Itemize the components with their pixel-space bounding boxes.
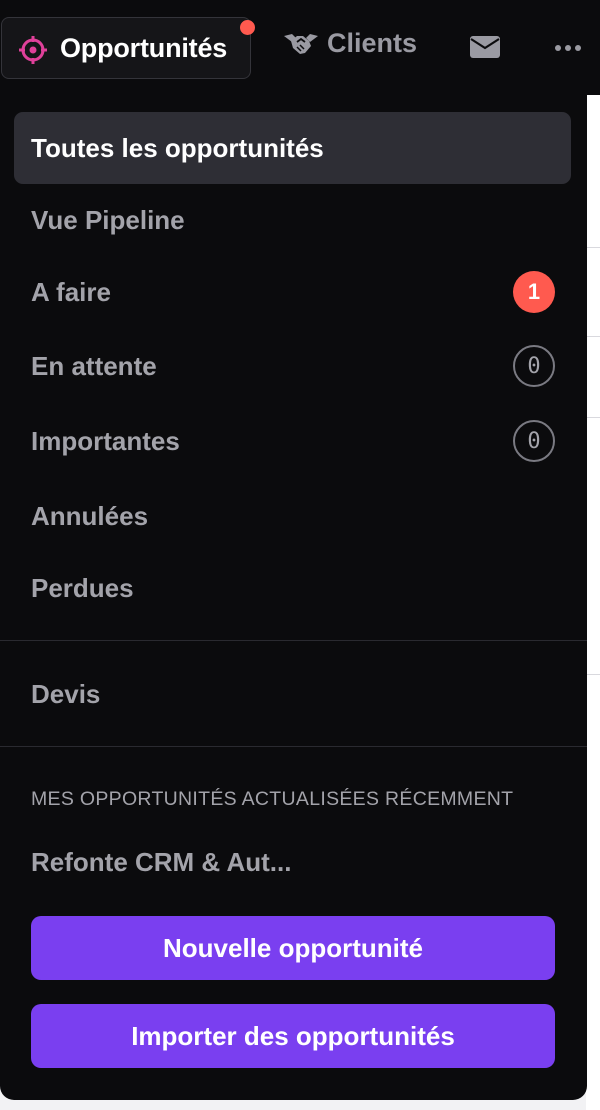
opportunities-dropdown-panel: Toutes les opportunités Vue Pipeline A f… [0, 95, 587, 1100]
menu-item-label: Annulées [31, 500, 149, 531]
menu-item-all-opportunities[interactable]: Toutes les opportunités [14, 112, 571, 184]
notification-dot [240, 20, 255, 35]
background-divider [586, 336, 600, 337]
recent-opportunity-link[interactable]: Refonte CRM & Aut... [31, 847, 291, 878]
menu-item-label: Vue Pipeline [31, 204, 185, 235]
top-navigation: Opportunités Clients [0, 0, 600, 95]
tab-opportunites-label: Opportunités [60, 33, 228, 63]
menu-item-important[interactable]: Importantes 0 [14, 405, 571, 477]
divider [0, 640, 587, 641]
menu-item-cancelled[interactable]: Annulées [14, 480, 571, 552]
tab-clients[interactable]: Clients [283, 28, 417, 59]
menu-item-label: En attente [31, 350, 157, 381]
tab-clients-label: Clients [327, 28, 418, 58]
menu-item-label: Devis [31, 678, 101, 709]
important-count-badge: 0 [513, 420, 555, 462]
pending-count-badge: 0 [513, 345, 555, 387]
menu-item-label: A faire [31, 276, 111, 307]
new-opportunity-button[interactable]: Nouvelle opportunité [31, 916, 555, 980]
menu-item-todo[interactable]: A faire 1 [14, 256, 571, 328]
handshake-icon [284, 33, 318, 54]
divider [0, 746, 587, 747]
menu-item-lost[interactable]: Perdues [14, 552, 571, 624]
background-divider [586, 247, 600, 248]
menu-item-devis[interactable]: Devis [14, 658, 571, 730]
menu-item-pending[interactable]: En attente 0 [14, 330, 571, 402]
menu-item-label: Perdues [31, 572, 134, 603]
menu-item-label: Toutes les opportunités [31, 132, 324, 163]
todo-count-badge: 1 [513, 271, 555, 313]
background-divider [586, 417, 600, 418]
recent-section-title: MES OPPORTUNITÉS ACTUALISÉES RÉCEMMENT [31, 788, 514, 810]
menu-item-pipeline[interactable]: Vue Pipeline [14, 184, 571, 256]
mail-icon[interactable] [469, 33, 501, 61]
tab-opportunites[interactable]: Opportunités [1, 17, 251, 79]
more-icon[interactable] [554, 36, 582, 60]
background-divider [586, 674, 600, 675]
import-opportunities-button[interactable]: Importer des opportunités [31, 1004, 555, 1068]
target-icon [19, 36, 47, 64]
menu-item-label: Importantes [31, 425, 180, 456]
